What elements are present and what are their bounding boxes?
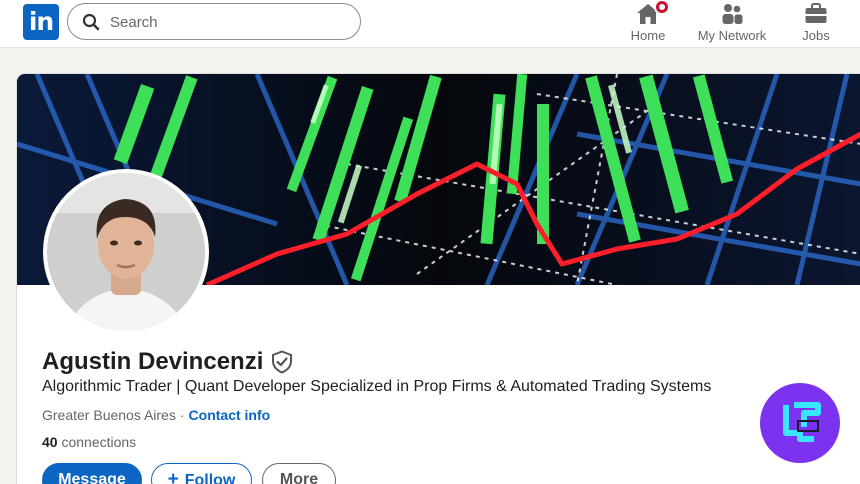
profile-photo-image [47,173,205,331]
nav-item-jobs[interactable]: Jobs [790,0,842,48]
nav-item-label: Jobs [802,28,830,43]
follow-button-label: Follow [184,472,236,484]
search-box[interactable] [67,3,361,40]
connections-count[interactable]: 40 connections [42,434,136,450]
connections-number: 40 [42,434,58,450]
plus-icon: + [167,469,179,484]
message-button[interactable]: Message [42,463,142,484]
my-network-icon [722,4,743,24]
linkedin-logo-icon[interactable]: in [23,4,59,40]
jobs-briefcase-icon [805,3,827,23]
search-input[interactable] [110,10,340,34]
nav-item-home[interactable]: Home [618,0,678,48]
search-icon [82,13,100,31]
location-row: Greater Buenos Aires · Contact info [42,407,270,423]
more-button-label: More [279,471,319,484]
profile-photo[interactable] [43,169,209,335]
follow-button[interactable]: + Follow [151,463,252,484]
watermark-glyph [783,402,821,442]
nav-item-my-network[interactable]: My Network [690,0,774,48]
message-button-label: Message [58,471,126,484]
separator: · [179,407,185,423]
contact-info-link[interactable]: Contact info [189,407,271,423]
verified-shield-icon[interactable] [271,350,293,374]
profile-name: Agustin Devincenzi [42,348,264,375]
connections-label: connections [61,434,137,450]
profile-headline: Algorithmic Trader | Quant Developer Spe… [42,378,712,395]
nav-item-label: Home [630,28,666,43]
profile-location: Greater Buenos Aires [42,407,176,423]
top-navigation-bar: in Home My Network Jobs [0,0,860,48]
nav-item-label: My Network [697,28,767,43]
notification-badge [654,0,670,15]
profile-name-row: Agustin Devincenzi [42,346,293,378]
tradingfinder-logo-icon [760,383,840,463]
profile-card: Agustin Devincenzi Algorithmic Trader | … [16,73,860,484]
more-button[interactable]: More [262,463,336,484]
